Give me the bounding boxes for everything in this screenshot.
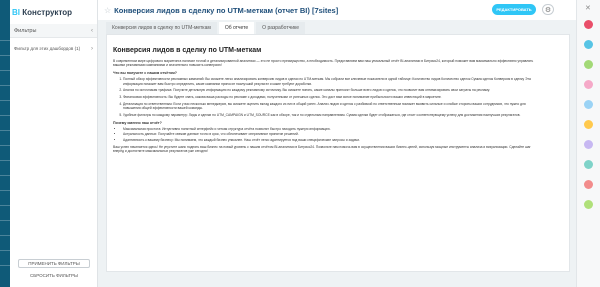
reset-filters-link[interactable]: СБРОСИТЬ ФИЛЬТРЫ [18, 273, 90, 278]
why-list: Максимальная простота: Интуитивно понятн… [113, 127, 539, 142]
list-item: Удобные фильтры по каждому параметру: Ли… [123, 113, 539, 117]
list-item: Анализ по источникам трафика: Получите д… [123, 88, 539, 92]
rail-user-icon[interactable] [584, 100, 593, 109]
crm-sidebar-item[interactable] [0, 55, 10, 56]
crm-sidebar-item[interactable] [0, 70, 10, 71]
tabs: Конверсия лидов в сделку по UTM-меткам О… [106, 22, 307, 34]
chevron-right-icon: › [91, 46, 93, 52]
list-item: Актуальность данных: Получайте свежие да… [123, 132, 539, 136]
close-icon[interactable]: ✕ [585, 4, 591, 12]
app-logo: BI Конструктор [10, 0, 97, 24]
tab-about-report[interactable]: Об отчете [218, 22, 255, 34]
list-item: Детализация по ответственным: Если у вас… [123, 102, 539, 110]
chevron-left-icon[interactable]: ‹ [91, 28, 93, 34]
edit-button[interactable]: РЕДАКТИРОВАТЬ [492, 4, 536, 15]
list-item: Полный обзор эффективности рекламных кам… [123, 77, 539, 85]
filters-label: Фильтры [14, 27, 37, 34]
filter-item[interactable]: › Фильтр для этих дашбордов (1) [10, 38, 97, 52]
report-content: Конверсия лидов в сделку по UTM-меткам В… [113, 47, 539, 153]
crm-sidebar-item[interactable] [0, 85, 10, 86]
tab-conversion[interactable]: Конверсия лидов в сделку по UTM-меткам [106, 22, 217, 34]
rail-user-icon[interactable] [584, 80, 593, 89]
crm-sidebar-item[interactable] [0, 250, 10, 251]
filter-panel: BI Конструктор Фильтры ‹ › Фильтр для эт… [10, 0, 98, 287]
right-rail: ✕ [576, 0, 600, 287]
report-card: Конверсия лидов в сделку по UTM-меткам В… [106, 34, 570, 272]
tab-about-developer[interactable]: О разработчике [256, 22, 306, 34]
gear-icon[interactable]: ⚙ [542, 4, 554, 15]
app-logo-bi: BI [12, 7, 20, 17]
crm-sidebar-item[interactable] [0, 160, 10, 161]
what-heading: Что вы получите с нашим отчётом? [113, 71, 177, 76]
list-item: Адаптивность к вашему бизнесу: Мы понима… [123, 138, 539, 142]
rail-notification-icon[interactable] [584, 20, 593, 29]
what-list: Полный обзор эффективности рекламных кам… [113, 77, 539, 117]
crm-sidebar-item[interactable] [0, 40, 10, 41]
crm-sidebar-item[interactable] [0, 115, 10, 116]
crm-sidebar [0, 0, 10, 287]
rail-user-icon[interactable] [584, 140, 593, 149]
crm-sidebar-item[interactable] [0, 100, 10, 101]
rail-user-icon[interactable] [584, 180, 593, 189]
rail-user-icon[interactable] [584, 120, 593, 129]
list-item: Максимальная простота: Интуитивно понятн… [123, 127, 539, 131]
crm-sidebar-item[interactable] [0, 175, 10, 176]
apply-filters-button[interactable]: ПРИМЕНИТЬ ФИЛЬТРЫ [18, 259, 90, 268]
rail-user-icon[interactable] [584, 40, 593, 49]
report-intro: В современном мире цифрового маркетинга … [113, 59, 534, 68]
filter-item-label: Фильтр для этих дашбордов (1) [14, 46, 81, 51]
crm-sidebar-item[interactable] [0, 235, 10, 236]
page-title: Конверсия лидов в сделку по UTM-меткам (… [114, 5, 339, 15]
crm-sidebar-item[interactable] [0, 190, 10, 191]
report-outro: Ваш успех начинается здесь! Не упустите … [113, 144, 531, 154]
list-item: Финансовая эффективность: Вы будете знат… [123, 95, 539, 99]
star-icon[interactable]: ☆ [104, 6, 111, 15]
crm-sidebar-item[interactable] [0, 265, 10, 266]
crm-sidebar-item[interactable] [0, 205, 10, 206]
header-bar: ☆ Конверсия лидов в сделку по UTM-меткам… [98, 0, 576, 20]
crm-sidebar-item[interactable] [0, 220, 10, 221]
rail-user-icon[interactable] [584, 60, 593, 69]
app-logo-name: Конструктор [22, 7, 73, 17]
why-heading: Почему именно наш отчёт? [113, 121, 162, 126]
filters-header[interactable]: Фильтры ‹ [10, 24, 97, 38]
rail-user-icon[interactable] [584, 160, 593, 169]
crm-sidebar-item[interactable] [0, 130, 10, 131]
rail-user-icon[interactable] [584, 200, 593, 209]
crm-sidebar-item[interactable] [0, 145, 10, 146]
report-heading: Конверсия лидов в сделку по UTM-меткам [113, 47, 262, 54]
